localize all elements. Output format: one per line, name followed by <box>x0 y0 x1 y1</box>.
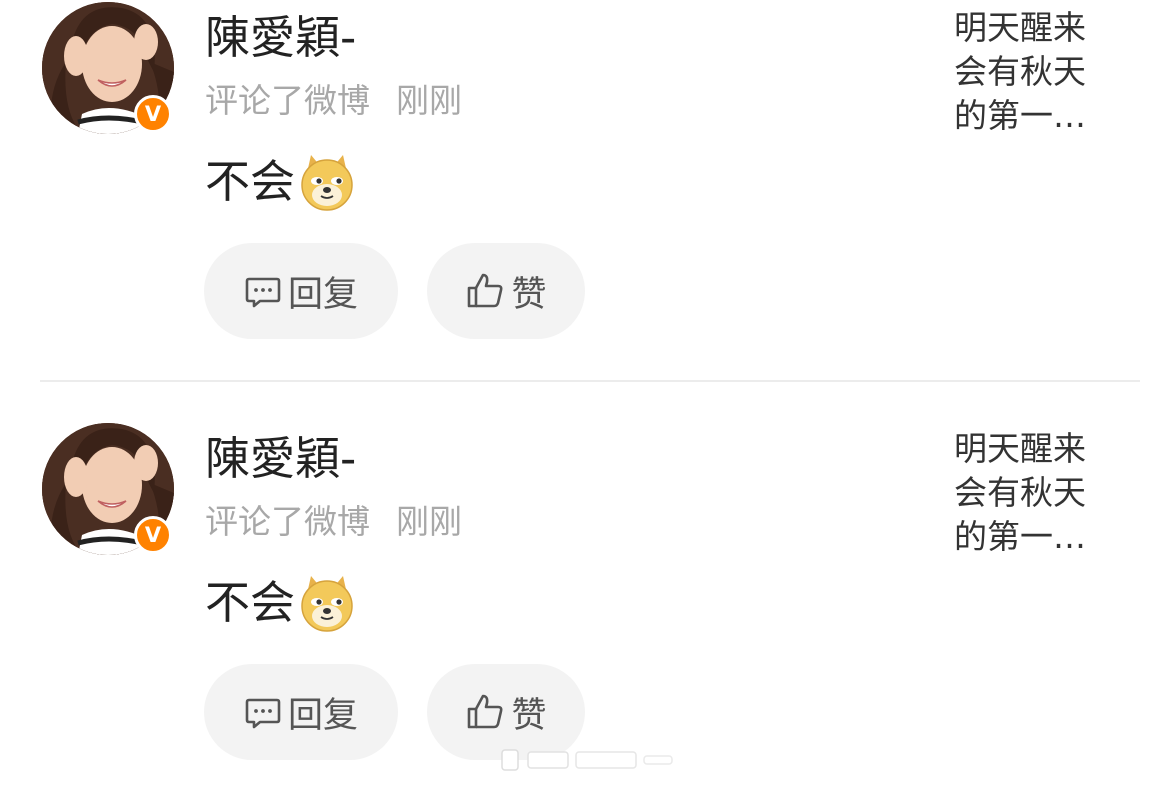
notification-item[interactable]: V 陳愛穎- 评论了微博 刚刚 不会 回复 赞 明天醒来 会有秋天 的第一… <box>0 0 1170 380</box>
reply-button[interactable]: 回复 <box>204 664 398 760</box>
post-preview-line: 明天醒来 <box>954 429 1086 468</box>
thumbs-up-icon <box>468 273 503 308</box>
username[interactable]: 陳愛穎- <box>205 431 356 487</box>
like-button[interactable]: 赞 <box>427 243 585 339</box>
thumbs-up-icon <box>468 694 503 729</box>
post-preview[interactable]: 明天醒来 会有秋天 的第一… <box>954 6 1104 138</box>
post-preview[interactable]: 明天醒来 会有秋天 的第一… <box>954 427 1104 559</box>
action-text: 评论了微博 <box>205 81 370 120</box>
comment-icon <box>245 698 281 729</box>
like-label: 赞 <box>511 695 547 736</box>
doge-emoji-icon <box>301 576 353 632</box>
post-preview-line: 的第一… <box>954 96 1086 135</box>
reply-label: 回复 <box>287 274 358 315</box>
comment-text: 不会 <box>205 155 296 208</box>
comment-content: 不会 <box>205 150 355 214</box>
doge-emoji-icon <box>301 155 353 211</box>
verified-badge: V <box>134 95 172 133</box>
username[interactable]: 陳愛穎- <box>205 10 356 66</box>
action-text: 评论了微博 <box>205 502 370 541</box>
timestamp: 刚刚 <box>396 502 462 541</box>
verified-badge: V <box>134 516 172 554</box>
reply-label: 回复 <box>287 695 358 736</box>
like-label: 赞 <box>511 274 547 315</box>
post-preview-line: 会有秋天 <box>954 473 1086 512</box>
post-preview-line: 明天醒来 <box>954 8 1086 47</box>
post-preview-line: 的第一… <box>954 517 1086 556</box>
comment-content: 不会 <box>205 571 355 635</box>
comment-text: 不会 <box>205 576 296 629</box>
notification-meta: 评论了微博 刚刚 <box>205 78 462 124</box>
reply-button[interactable]: 回复 <box>204 243 398 339</box>
post-preview-line: 会有秋天 <box>954 52 1086 91</box>
divider <box>40 380 1140 382</box>
notification-meta: 评论了微博 刚刚 <box>205 499 462 545</box>
timestamp: 刚刚 <box>396 81 462 120</box>
comment-icon <box>245 277 281 308</box>
watermark-icon <box>501 749 673 771</box>
